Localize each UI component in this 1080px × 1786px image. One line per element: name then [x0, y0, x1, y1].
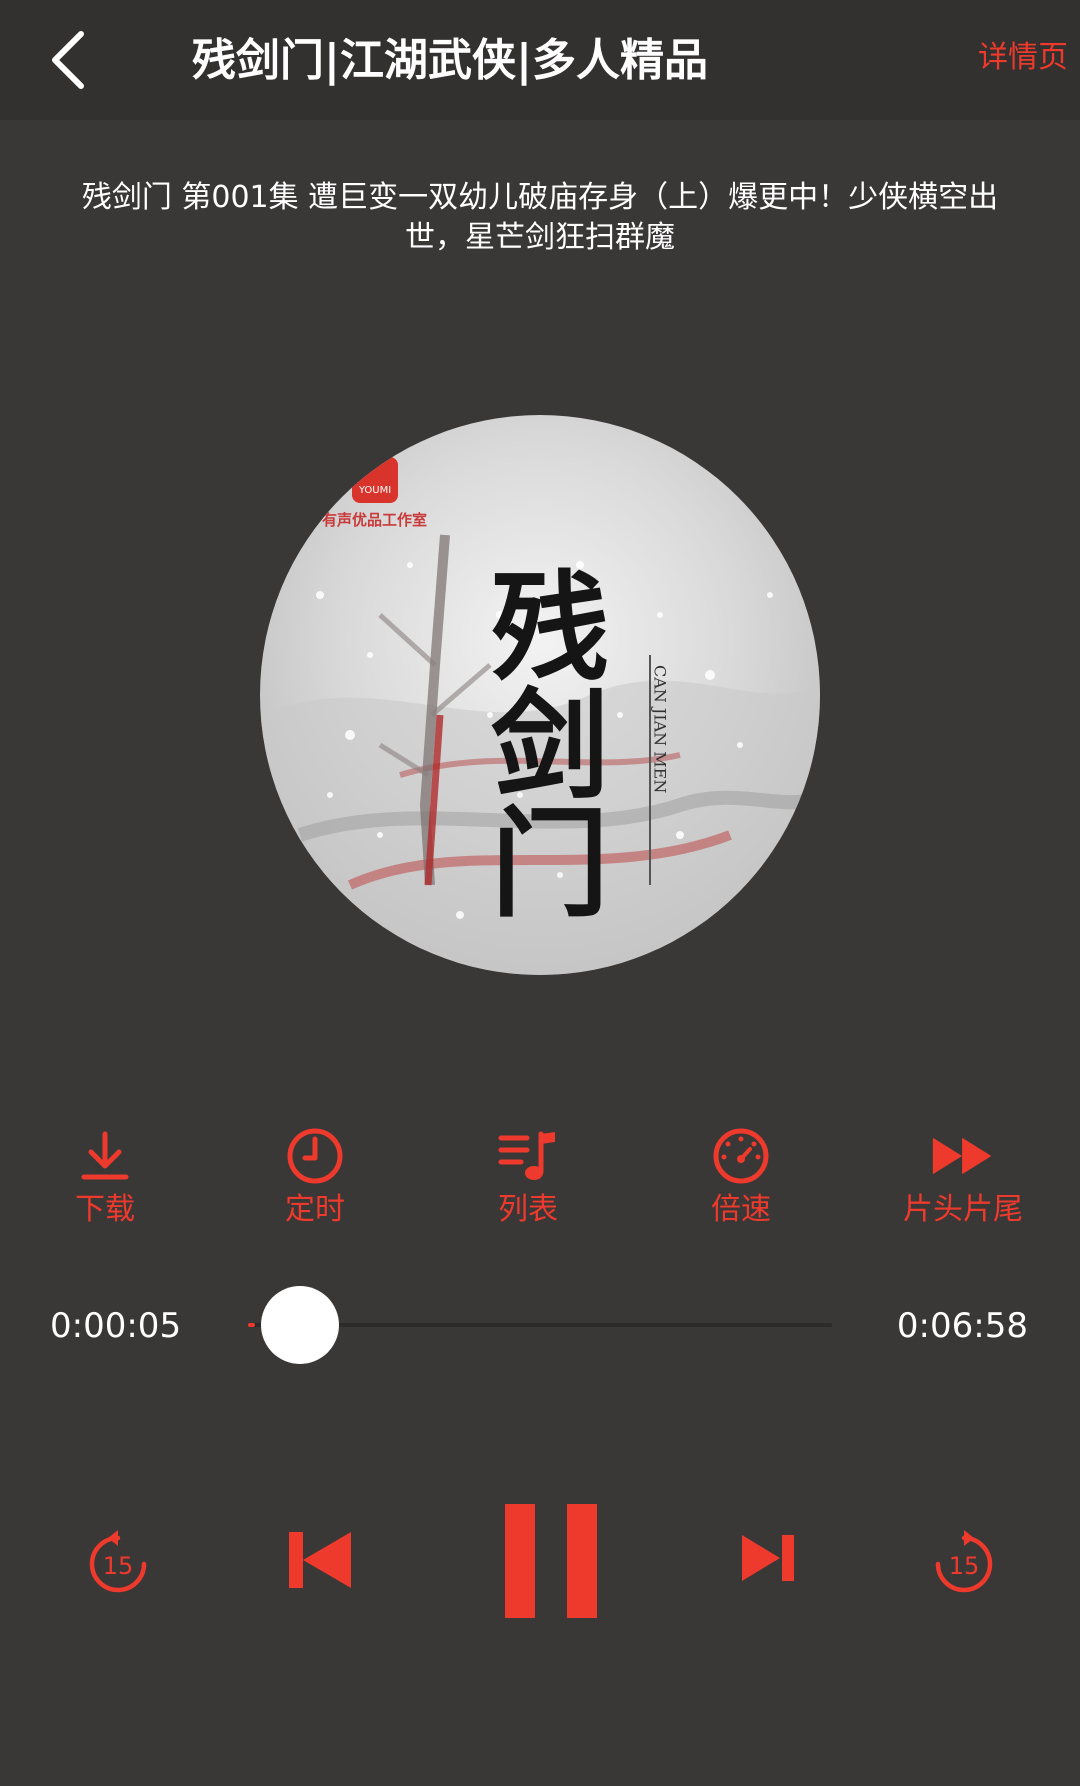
- cover-artwork: YOUMI 有声优品工作室 残剑门 CAN JIAN MEN: [260, 457, 820, 975]
- speed-button[interactable]: 倍速: [686, 1126, 796, 1236]
- rewind-15-icon: 15: [89, 1530, 147, 1593]
- forward-15-button[interactable]: 15: [928, 1526, 1000, 1598]
- duration-time: 0:06:58: [896, 1306, 1028, 1346]
- download-label: 下载: [75, 1192, 135, 1227]
- forward-15-icon: 15: [935, 1530, 993, 1593]
- pause-icon: [505, 1504, 597, 1618]
- speed-label: 倍速: [711, 1192, 771, 1227]
- rewind-seconds: 15: [103, 1552, 134, 1580]
- timer-label: 定时: [285, 1192, 345, 1227]
- timer-button[interactable]: 定时: [260, 1126, 370, 1236]
- current-time: 0:00:05: [50, 1306, 182, 1346]
- next-button[interactable]: [736, 1530, 800, 1586]
- clock-icon: [287, 1128, 343, 1184]
- playlist-button[interactable]: 列表: [473, 1126, 583, 1236]
- previous-button[interactable]: [284, 1524, 356, 1596]
- studio-name: 有声优品工作室: [322, 511, 427, 529]
- cover-title-text: 残剑门: [471, 565, 610, 919]
- skip-previous-icon: [289, 1532, 351, 1588]
- progress-fill: [248, 1323, 255, 1327]
- studio-badge-text: YOUMI: [358, 485, 391, 496]
- detail-page-link[interactable]: 详情页: [978, 36, 1068, 80]
- forward-seconds: 15: [949, 1552, 980, 1580]
- action-row: 下载 定时 列表 倍速 片头片尾: [0, 1126, 1080, 1236]
- skip-intro-outro-label: 片头片尾: [903, 1192, 1023, 1227]
- player-screen: 残剑门|江湖武侠|多人精品 详情页 残剑门 第001集 遭巨变一双幼儿破庙存身（…: [0, 0, 1080, 1786]
- playlist-icon: [498, 1131, 555, 1180]
- rewind-15-button[interactable]: 15: [82, 1526, 154, 1598]
- album-cover: YOUMI 有声优品工作室 残剑门 CAN JIAN MEN: [260, 415, 820, 975]
- skip-intro-outro-button[interactable]: 片头片尾: [893, 1126, 1033, 1236]
- fast-forward-icon: [932, 1137, 992, 1175]
- speed-icon: [713, 1128, 769, 1184]
- playlist-label: 列表: [498, 1192, 558, 1227]
- studio-badge: [352, 457, 398, 503]
- back-button[interactable]: [22, 18, 112, 102]
- progress-thumb[interactable]: [261, 1286, 339, 1364]
- download-button[interactable]: 下载: [50, 1126, 160, 1236]
- cover-romanization: CAN JIAN MEN: [651, 665, 670, 793]
- chevron-left-icon: [52, 31, 84, 89]
- episode-title: 残剑门 第001集 遭巨变一双幼儿破庙存身（上）爆更中！少侠横空出世，星芒剑狂扫…: [81, 180, 999, 255]
- cover-title: 残剑门: [471, 565, 610, 919]
- page-title: 残剑门|江湖武侠|多人精品: [191, 35, 709, 86]
- pause-button[interactable]: [496, 1500, 606, 1622]
- skip-next-icon: [742, 1535, 794, 1581]
- top-bar: 残剑门|江湖武侠|多人精品 详情页: [0, 0, 1080, 120]
- download-icon: [81, 1131, 129, 1180]
